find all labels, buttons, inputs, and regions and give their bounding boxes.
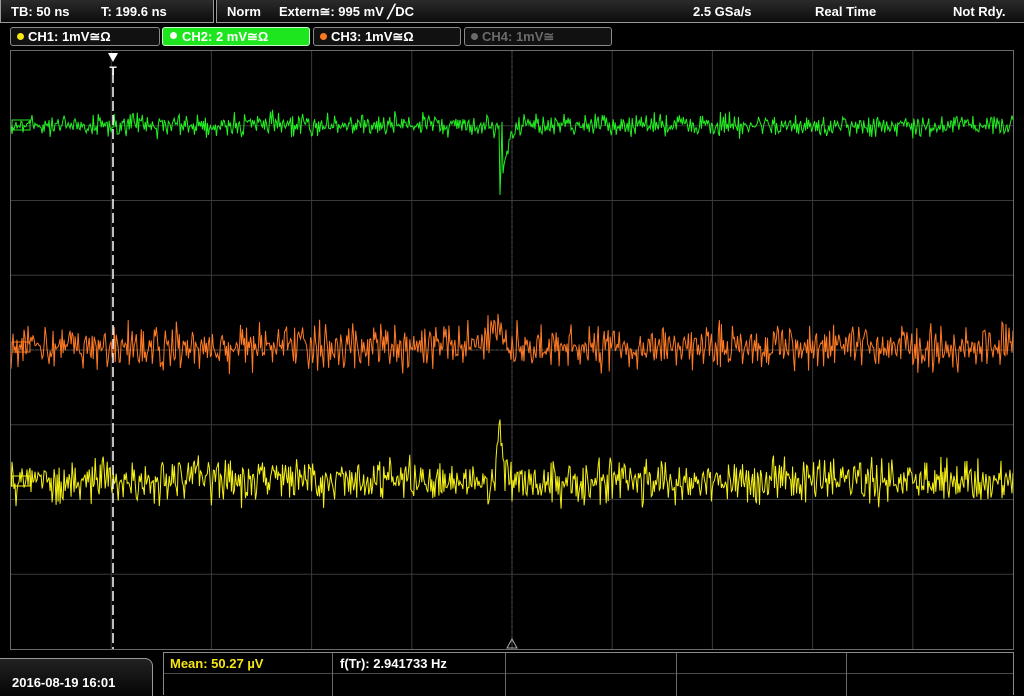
datetime-box: 2016-08-19 16:01	[0, 658, 153, 696]
acquisition-mode: Real Time	[815, 4, 877, 19]
trigger-position-arrow-icon	[108, 53, 118, 62]
trigger-source: Extern≅: 995 mV ╱DC	[279, 4, 415, 19]
measurement-bar: 2016-08-19 16:01 Mean: 50.27 µV f(Tr): 2…	[0, 652, 1024, 696]
measurement-row-divider	[164, 673, 1013, 674]
channel-tab-ch1[interactable]: CH1: 1mV≅Ω	[10, 27, 160, 46]
measurement-col-divider	[332, 653, 333, 696]
channel-tab-label: CH3: 1mV≅Ω	[331, 29, 414, 44]
status-bar: TB: 50 ns T: 199.6 ns Norm Extern≅: 995 …	[0, 0, 1024, 24]
timebase-readout: TB: 50 ns	[11, 4, 70, 19]
measurement-col-divider	[846, 653, 847, 696]
trigger-marker-label: T	[109, 64, 117, 78]
ch1-color-dot-icon	[17, 33, 24, 40]
channel-tab-ch4[interactable]: CH4: 1mV≅	[464, 27, 612, 46]
acquisition-state: Not Rdy.	[953, 4, 1006, 19]
frequency-measurement[interactable]: f(Tr): 2.941733 Hz	[340, 656, 447, 671]
measurement-col-divider	[505, 653, 506, 696]
timebase-box[interactable]: TB: 50 ns T: 199.6 ns	[0, 0, 214, 23]
datetime-readout: 2016-08-19 16:01	[12, 675, 116, 690]
channel-tab-label: CH2: 2 mV≅Ω	[182, 29, 269, 44]
waveform-canvas: T	[11, 51, 1013, 649]
mean-measurement[interactable]: Mean: 50.27 µV	[170, 656, 263, 671]
measurement-table[interactable]: Mean: 50.27 µV f(Tr): 2.941733 Hz	[163, 652, 1014, 696]
ch3-color-dot-icon	[320, 33, 327, 40]
channel-tab-ch2[interactable]: CH2: 2 mV≅Ω	[162, 27, 310, 46]
ch2-color-dot-icon	[169, 31, 178, 40]
trigger-mode: Norm	[227, 4, 261, 19]
trigger-time-readout: T: 199.6 ns	[101, 4, 167, 19]
acquisition-box[interactable]: Norm Extern≅: 995 mV ╱DC 2.5 GSa/s Real …	[216, 0, 1024, 23]
waveform-display[interactable]: T	[10, 50, 1014, 650]
sample-rate: 2.5 GSa/s	[693, 4, 752, 19]
channel-tab-ch3[interactable]: CH3: 1mV≅Ω	[313, 27, 461, 46]
channel-tab-label: CH1: 1mV≅Ω	[28, 29, 111, 44]
ch4-color-dot-icon	[471, 33, 478, 40]
measurement-col-divider	[676, 653, 677, 696]
channel-tab-label: CH4: 1mV≅	[482, 29, 555, 44]
